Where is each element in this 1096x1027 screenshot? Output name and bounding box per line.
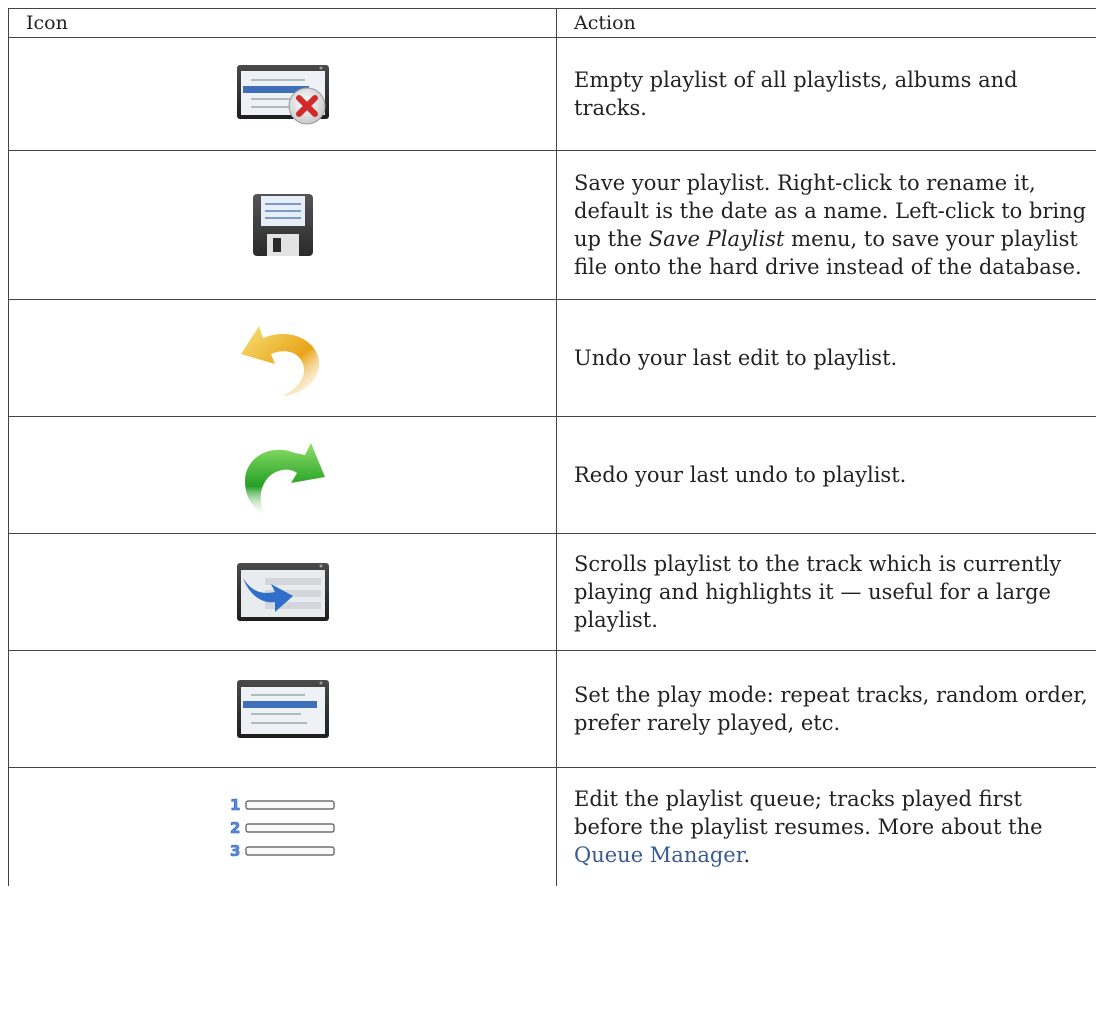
action-cell: Undo your last edit to playlist. bbox=[556, 299, 1096, 417]
action-text: Scrolls playlist to the track which is c… bbox=[574, 552, 1062, 632]
icon-cell bbox=[8, 150, 557, 300]
svg-text:2: 2 bbox=[230, 819, 240, 837]
icon-cell: 1 2 3 bbox=[8, 767, 557, 886]
svg-text:3: 3 bbox=[230, 842, 240, 860]
header-action: Action bbox=[556, 8, 1096, 38]
svg-text:1: 1 bbox=[230, 796, 240, 814]
action-cell: Redo your last undo to playlist. bbox=[556, 416, 1096, 534]
icon-cell bbox=[8, 299, 557, 417]
table-row: Scrolls playlist to the track which is c… bbox=[8, 533, 1096, 651]
header-icon: Icon bbox=[8, 8, 557, 38]
icon-cell bbox=[8, 650, 557, 768]
table-row: 1 2 3 Edit the playlist queue; tracks pl… bbox=[8, 767, 1096, 886]
save-playlist-menu-name: Save Playlist bbox=[648, 227, 785, 251]
redo-icon bbox=[244, 443, 325, 515]
action-text: Redo your last undo to playlist. bbox=[574, 463, 907, 487]
clear-playlist-icon bbox=[236, 65, 329, 125]
scroll-to-track-icon bbox=[236, 563, 329, 621]
play-mode-icon bbox=[236, 680, 329, 738]
queue-manager-link[interactable]: Queue Manager bbox=[574, 843, 743, 867]
table-row: Set the play mode: repeat tracks, random… bbox=[8, 650, 1096, 768]
icon-cell bbox=[8, 37, 557, 151]
table-row: Save your playlist. Right-click to renam… bbox=[8, 150, 1096, 300]
action-text: Undo your last edit to playlist. bbox=[574, 346, 898, 370]
action-cell: Set the play mode: repeat tracks, random… bbox=[556, 650, 1096, 768]
action-cell: Empty playlist of all playlists, albums … bbox=[556, 37, 1096, 151]
action-text-after: . bbox=[743, 843, 751, 867]
icon-cell bbox=[8, 533, 557, 651]
action-text: Set the play mode: repeat tracks, random… bbox=[574, 683, 1088, 735]
actions-table: Icon Action Empty playlist of all playli… bbox=[8, 8, 1096, 886]
action-text: Empty playlist of all playlists, albums … bbox=[574, 68, 1018, 120]
save-icon bbox=[252, 194, 313, 256]
action-text-before: Edit the playlist queue; tracks played f… bbox=[574, 787, 1043, 839]
action-cell: Edit the playlist queue; tracks played f… bbox=[556, 767, 1096, 886]
icon-cell bbox=[8, 416, 557, 534]
table-row: Empty playlist of all playlists, albums … bbox=[8, 37, 1096, 151]
queue-icon: 1 2 3 bbox=[229, 796, 335, 860]
table-header-row: Icon Action bbox=[8, 8, 1096, 38]
undo-icon bbox=[240, 326, 319, 396]
table-row: Redo your last undo to playlist. bbox=[8, 416, 1096, 534]
table-row: Undo your last edit to playlist. bbox=[8, 299, 1096, 417]
action-cell: Save your playlist. Right-click to renam… bbox=[556, 150, 1096, 300]
action-cell: Scrolls playlist to the track which is c… bbox=[556, 533, 1096, 651]
